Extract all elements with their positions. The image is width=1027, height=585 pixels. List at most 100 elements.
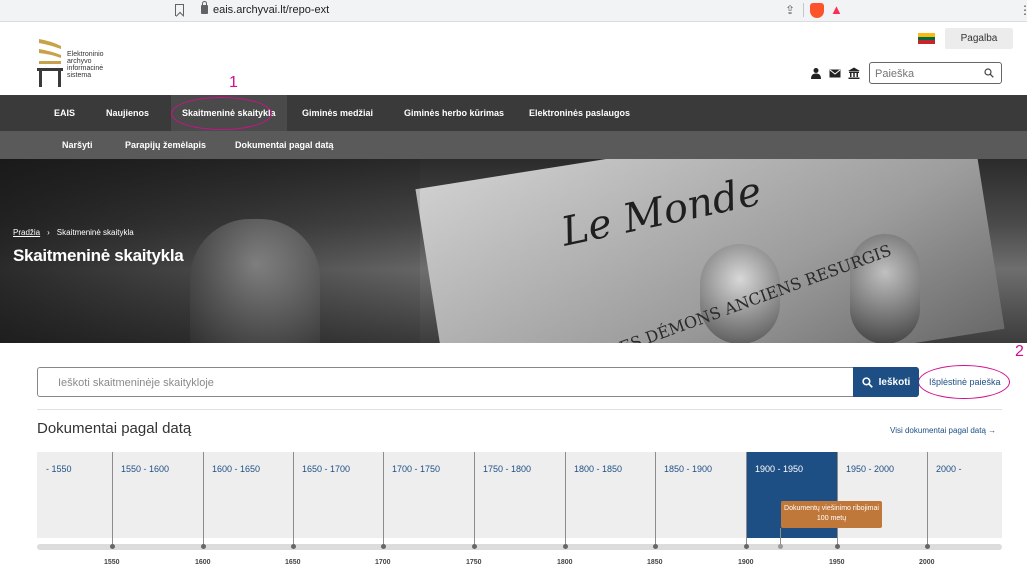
timeline-year-label: 1800: [557, 559, 573, 566]
mail-icon[interactable]: [829, 67, 841, 79]
timeline-tick-line: [927, 452, 928, 546]
timeline-dot: [110, 544, 115, 549]
user-icon[interactable]: [810, 67, 822, 79]
timeline-year-label: 1650: [285, 559, 301, 566]
restriction-dot: [778, 544, 783, 549]
browser-toolbar: eais.archyvai.lt/repo-ext ⇪ ▲ ⋮: [0, 0, 1027, 22]
breadcrumb-home-link[interactable]: Pradžia: [13, 228, 40, 237]
header-search-input[interactable]: [875, 66, 975, 81]
annotation-ellipse-1: [171, 97, 272, 130]
timeline-period[interactable]: 1750 - 1800: [474, 452, 565, 538]
eais-logo-icon[interactable]: [37, 37, 63, 87]
search-icon: [861, 376, 873, 388]
section-divider: [37, 409, 1002, 410]
subnav-item-parapiju-zemelapis[interactable]: Parapijų žemėlapis: [125, 131, 206, 159]
reading-room-search-input[interactable]: [58, 375, 838, 391]
timeline-tick-line: [383, 452, 384, 546]
nav-item-eais[interactable]: EAIS: [54, 95, 75, 131]
brave-rewards-icon[interactable]: ▲: [830, 2, 843, 17]
timeline-dot: [744, 544, 749, 549]
timeline-tick-line: [746, 452, 747, 546]
timeline-period[interactable]: 1850 - 1900: [655, 452, 746, 538]
timeline-dot: [472, 544, 477, 549]
timeline-year-label: 1950: [829, 559, 845, 566]
timeline-dot: [201, 544, 206, 549]
section-title: Dokumentai pagal datą: [37, 420, 192, 437]
help-button[interactable]: Pagalba: [945, 28, 1013, 49]
timeline-year-label: 2000: [919, 559, 935, 566]
timeline-tick-line: [837, 452, 838, 546]
lock-icon: [201, 1, 208, 14]
reading-room-search-field[interactable]: [37, 367, 917, 397]
timeline-period-label: 1800 - 1850: [574, 464, 623, 474]
breadcrumb-current: Skaitmeninė skaitykla: [56, 228, 134, 237]
breadcrumb-separator: ›: [47, 228, 50, 237]
nav-item-naujienos[interactable]: Naujienos: [106, 95, 149, 131]
logo-line: sistema: [67, 72, 92, 79]
nav-item-elektronines-paslaugos[interactable]: Elektroninės paslaugos: [529, 95, 630, 131]
logo-line: informacinė: [67, 65, 104, 72]
brave-shield-icon[interactable]: [810, 3, 824, 18]
timeline-period-label: 1950 - 2000: [846, 464, 895, 474]
annotation-number-1: 1: [229, 74, 238, 91]
timeline-period-label: 1750 - 1800: [483, 464, 532, 474]
flag-stripe-red: [918, 40, 935, 45]
timeline-year-label: 1850: [647, 559, 663, 566]
header-search-field[interactable]: [869, 62, 1002, 84]
sub-navigation: Naršyti Parapijų žemėlapis Dokumentai pa…: [0, 131, 1027, 159]
timeline-tick-line: [203, 452, 204, 546]
logo-line: archyvo: [67, 58, 92, 65]
timeline-tick-line: [112, 452, 113, 546]
timeline-period-label: 1600 - 1650: [212, 464, 261, 474]
timeline-period-label: 1900 - 1950: [755, 464, 804, 474]
toolbar-divider: [803, 3, 804, 17]
timeline-period[interactable]: 1800 - 1850: [565, 452, 655, 538]
subnav-item-narsyti[interactable]: Naršyti: [62, 131, 93, 159]
main-navigation: EAIS Naujienos Skaitmeninė skaitykla Gim…: [0, 95, 1027, 131]
logo-text: Elektroninio archyvo informacinė sistema: [67, 51, 147, 79]
archive-building-icon[interactable]: [848, 67, 860, 79]
search-button[interactable]: Ieškoti: [853, 367, 919, 397]
address-bar[interactable]: eais.archyvai.lt/repo-ext: [213, 4, 329, 16]
timeline-year-label: 1700: [375, 559, 391, 566]
subnav-item-dokumentai-pagal-data[interactable]: Dokumentai pagal datą: [235, 131, 334, 159]
timeline-dot: [563, 544, 568, 549]
timeline-year-label: 1750: [466, 559, 482, 566]
header-icons: [810, 67, 860, 79]
timeline-period[interactable]: 1700 - 1750: [383, 452, 474, 538]
language-flag-icon[interactable]: [918, 33, 935, 45]
timeline-period[interactable]: 1650 - 1700: [293, 452, 383, 538]
share-icon[interactable]: ⇪: [785, 3, 795, 17]
timeline-period[interactable]: - 1550: [37, 452, 112, 538]
page-title: Skaitmeninė skaitykla: [13, 246, 184, 265]
timeline-year-label: 1600: [195, 559, 211, 566]
all-documents-by-date-link[interactable]: Visi dokumentai pagal datą →: [890, 426, 996, 435]
timeline-period-label: 2000 -: [936, 464, 962, 474]
search-icon[interactable]: [984, 68, 994, 78]
timeline-dot: [291, 544, 296, 549]
advanced-search-link[interactable]: Išplėstinė paieška: [929, 377, 1001, 387]
timeline-year-label: 1900: [738, 559, 754, 566]
timeline-period-label: 1700 - 1750: [392, 464, 441, 474]
timeline-tick-line: [565, 452, 566, 546]
bookmark-icon[interactable]: [175, 4, 184, 16]
timeline-tick-line: [293, 452, 294, 546]
timeline-dot: [925, 544, 930, 549]
nav-item-gimines-medziai[interactable]: Giminės medžiai: [302, 95, 373, 131]
annotation-number-2: 2: [1015, 343, 1024, 360]
nav-item-gimines-herbo-kurimas[interactable]: Giminės herbo kūrimas: [404, 95, 504, 131]
timeline-dot: [381, 544, 386, 549]
timeline-period[interactable]: 1550 - 1600: [112, 452, 203, 538]
timeline-period-label: 1850 - 1900: [664, 464, 713, 474]
logo-line: Elektroninio: [67, 51, 104, 58]
timeline-track[interactable]: [37, 544, 1002, 550]
timeline-period[interactable]: 2000 -: [927, 452, 1002, 538]
timeline-dot: [653, 544, 658, 549]
browser-menu-icon[interactable]: ⋮: [1019, 3, 1027, 17]
timeline-period[interactable]: 1600 - 1650: [203, 452, 293, 538]
search-button-label: Ieškoti: [878, 376, 911, 388]
timeline-period-label: 1650 - 1700: [302, 464, 351, 474]
restriction-note: Dokumentų viešinimo ribojimai 100 metų: [781, 501, 882, 528]
timeline-tick-line: [655, 452, 656, 546]
timeline-year-label: 1550: [104, 559, 120, 566]
